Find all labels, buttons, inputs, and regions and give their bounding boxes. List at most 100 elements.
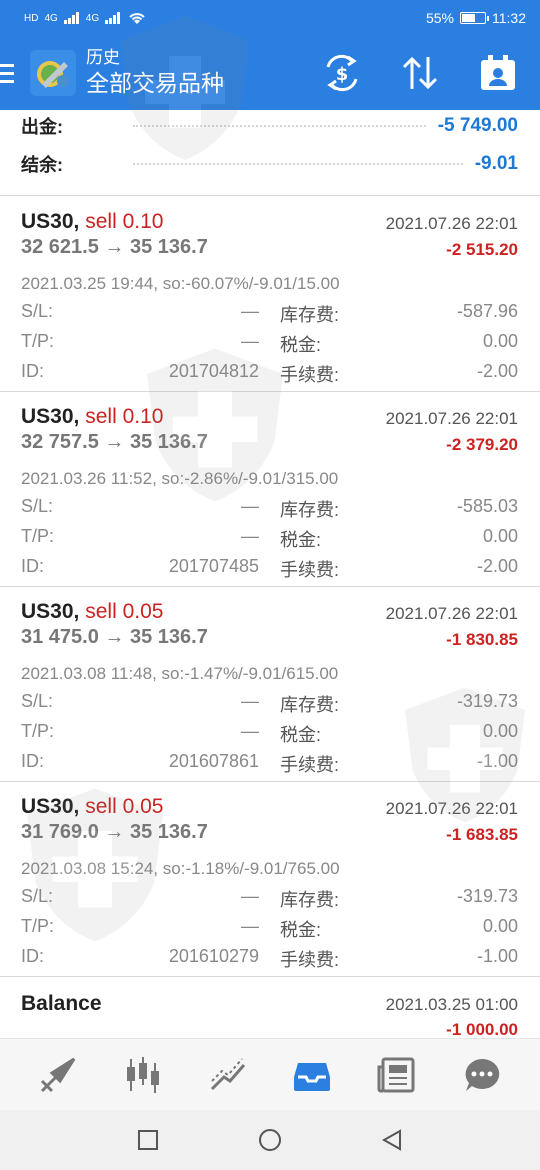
- signal-icon: [63, 12, 79, 24]
- deal-prices: 32 757.5 → 35 136.7: [21, 431, 208, 453]
- home-button[interactable]: [255, 1125, 285, 1155]
- deal-symbol: US30,: [21, 210, 80, 233]
- id-value: 201704812: [168, 361, 259, 381]
- signal-icon: [105, 12, 121, 24]
- deal-side: sell 0.05: [85, 795, 164, 818]
- chart-icon[interactable]: [118, 1050, 168, 1100]
- tp-label: T/P:: [21, 721, 55, 741]
- deal-close-time: 2021.07.26 22:01: [385, 604, 518, 623]
- tp-value: —: [241, 916, 259, 936]
- trade-icon[interactable]: [203, 1050, 253, 1100]
- deal-item[interactable]: US30, sell 0.05 2021.07.26 22:01 31 769.…: [0, 782, 540, 977]
- swap-label: 库存费:: [280, 500, 340, 520]
- deal-open-info: 2021.03.08 15:24, so:-1.18%/-9.01/765.00: [21, 859, 340, 878]
- fee-value: -1.00: [476, 946, 518, 966]
- swap-value: -587.96: [456, 301, 518, 321]
- app-bar: 历史 全部交易品种 $: [0, 36, 540, 110]
- screen-title: 历史: [86, 48, 120, 67]
- status-bar: HD 4G 4G 55% 11:32: [0, 0, 540, 36]
- sl-value: —: [241, 496, 259, 516]
- deal-side: sell 0.10: [85, 405, 164, 428]
- deal-close-time: 2021.07.26 22:01: [385, 799, 518, 818]
- deal-close-time: 2021.07.26 22:01: [385, 409, 518, 428]
- tax-label: 税金:: [280, 530, 322, 550]
- sl-label: S/L:: [21, 301, 54, 321]
- tp-value: —: [241, 526, 259, 546]
- sl-value: —: [241, 301, 259, 321]
- deal-open-info: 2021.03.08 11:48, so:-1.47%/-9.01/615.00: [21, 664, 339, 683]
- tp-value: —: [241, 331, 259, 351]
- dotted-leader: [133, 125, 426, 127]
- tax-value: 0.00: [482, 721, 518, 741]
- sim-label-2: 4G: [44, 12, 58, 24]
- balance-entry-value: -1 000.00: [446, 1020, 518, 1039]
- swap-value: -319.73: [456, 691, 518, 711]
- balance-entry[interactable]: Balance 2021.03.25 01:00 -1 000.00: [0, 978, 540, 1039]
- deal-item[interactable]: US30, sell 0.05 2021.07.26 22:01 31 475.…: [0, 587, 540, 782]
- swap-value: -319.73: [456, 886, 518, 906]
- signal-indicators: HD 4G 4G: [24, 11, 147, 25]
- clock: 11:32: [492, 10, 526, 26]
- fee-value: -2.00: [476, 361, 518, 381]
- fee-label: 手续费:: [280, 755, 340, 775]
- tp-label: T/P:: [21, 331, 55, 351]
- currency-exchange-icon[interactable]: $: [322, 53, 362, 93]
- id-label: ID:: [21, 751, 45, 771]
- menu-icon[interactable]: [0, 36, 30, 110]
- history-icon[interactable]: [287, 1050, 337, 1100]
- chat-icon[interactable]: [457, 1050, 507, 1100]
- sl-label: S/L:: [21, 886, 54, 906]
- sl-value: —: [241, 886, 259, 906]
- summary-panel: 出金: -5 749.00 结余: -9.01: [0, 110, 540, 196]
- id-value: 201607861: [168, 751, 259, 771]
- tax-label: 税金:: [280, 920, 322, 940]
- sim-label-3: 4G: [85, 12, 100, 24]
- recents-button[interactable]: [133, 1125, 163, 1155]
- deal-profit: -1 830.85: [446, 630, 518, 649]
- id-value: 201707485: [168, 556, 259, 576]
- quotes-icon[interactable]: [33, 1050, 83, 1100]
- back-button[interactable]: [377, 1125, 407, 1155]
- deal-profit: -1 683.85: [446, 825, 518, 844]
- app-logo-icon: [30, 50, 76, 96]
- tax-label: 税金:: [280, 725, 322, 745]
- fee-value: -1.00: [476, 751, 518, 771]
- withdrawal-label: 出金:: [21, 117, 63, 137]
- tax-value: 0.00: [482, 916, 518, 936]
- deal-profit: -2 379.20: [446, 435, 518, 454]
- tax-value: 0.00: [482, 526, 518, 546]
- swap-value: -585.03: [456, 496, 518, 516]
- tax-label: 税金:: [280, 335, 322, 355]
- balance-entry-label: Balance: [21, 992, 102, 1015]
- news-icon[interactable]: [372, 1050, 422, 1100]
- id-label: ID:: [21, 946, 45, 966]
- swap-label: 库存费:: [280, 305, 340, 325]
- tax-value: 0.00: [482, 331, 518, 351]
- symbol-filter[interactable]: 全部交易品种: [86, 68, 224, 98]
- deal-item[interactable]: US30, sell 0.10 2021.07.26 22:01 32 757.…: [0, 392, 540, 587]
- sl-value: —: [241, 691, 259, 711]
- sl-label: S/L:: [21, 691, 54, 711]
- fee-label: 手续费:: [280, 950, 340, 970]
- svg-text:$: $: [336, 64, 349, 85]
- id-label: ID:: [21, 361, 45, 381]
- withdrawal-value: -5 749.00: [437, 115, 518, 136]
- calendar-icon[interactable]: [478, 53, 518, 93]
- fee-label: 手续费:: [280, 365, 340, 385]
- sim-label-1: HD: [24, 12, 39, 24]
- deal-open-info: 2021.03.26 11:52, so:-2.86%/-9.01/315.00: [21, 469, 339, 488]
- dotted-leader: [133, 163, 463, 165]
- deal-symbol: US30,: [21, 600, 80, 623]
- swap-label: 库存费:: [280, 695, 340, 715]
- deal-side: sell 0.10: [85, 210, 164, 233]
- deal-item[interactable]: US30, sell 0.10 2021.07.26 22:01 32 621.…: [0, 197, 540, 392]
- battery-percent: 55%: [425, 10, 454, 26]
- tp-label: T/P:: [21, 526, 55, 546]
- swap-label: 库存费:: [280, 890, 340, 910]
- sort-icon[interactable]: [400, 53, 440, 93]
- balance-entry-time: 2021.03.25 01:00: [385, 995, 518, 1014]
- id-value: 201610279: [168, 946, 259, 966]
- deal-prices: 31 769.0 → 35 136.7: [21, 821, 208, 843]
- balance-value: -9.01: [474, 153, 518, 174]
- system-navigation: [0, 1110, 540, 1170]
